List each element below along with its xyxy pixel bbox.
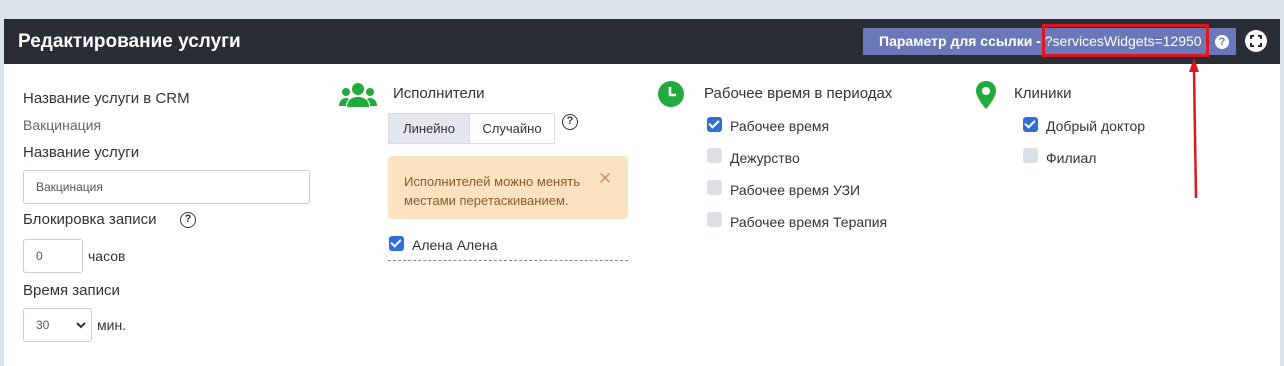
executors-title: Исполнители xyxy=(393,85,485,102)
service-name-input[interactable]: Вакцинация xyxy=(23,170,310,204)
clinic-label-0: Добрый доктор xyxy=(1046,118,1146,134)
block-label: Блокировка записи xyxy=(23,211,157,228)
duration-label: Время записи xyxy=(23,282,120,299)
mode-help-icon[interactable]: ? xyxy=(562,114,578,130)
work-time-checkbox-3[interactable] xyxy=(707,212,722,227)
work-time-label-3: Рабочее время Терапия xyxy=(730,214,888,230)
crm-name-label: Название услуги в CRM xyxy=(23,90,190,107)
duration-select[interactable]: 30 xyxy=(23,308,92,342)
page-title: Редактирование услуги xyxy=(18,31,241,52)
block-help-icon[interactable]: ? xyxy=(180,212,196,228)
work-time-checkbox-0[interactable] xyxy=(707,117,722,132)
close-icon[interactable]: ✕ xyxy=(598,169,612,189)
work-time-title: Рабочее время в периодах xyxy=(704,85,893,102)
executor-label: Алена Алена xyxy=(412,237,498,253)
clinic-checkbox-0[interactable] xyxy=(1023,117,1038,132)
clinic-checkbox-1[interactable] xyxy=(1023,148,1038,163)
alert-text: Исполнителей можно менять местами перета… xyxy=(404,174,581,208)
annotation-arrow-icon xyxy=(1189,58,1199,199)
reorder-alert: Исполнителей можно менять местами перета… xyxy=(388,156,628,219)
users-icon xyxy=(339,83,377,107)
clinics-title: Клиники xyxy=(1014,85,1072,102)
chevron-down-icon xyxy=(76,322,86,329)
fullscreen-button[interactable] xyxy=(1245,30,1267,52)
block-hours-unit: часов xyxy=(88,248,126,264)
work-time-label-1: Дежурство xyxy=(730,150,800,166)
annotation-highlight-box xyxy=(1042,24,1209,57)
crm-name-value: Вакцинация xyxy=(23,117,102,133)
work-time-label-2: Рабочее время УЗИ xyxy=(730,182,861,198)
duration-unit: мин. xyxy=(97,317,127,333)
help-icon: ? xyxy=(1215,34,1229,49)
mode-linear-button[interactable]: Линейно xyxy=(388,113,470,144)
work-time-checkbox-1[interactable] xyxy=(707,148,722,163)
mode-random-button[interactable]: Случайно xyxy=(469,113,555,144)
clock-icon xyxy=(658,81,684,107)
link-help-button[interactable]: ? xyxy=(1208,28,1236,55)
block-hours-input[interactable]: 0 xyxy=(23,239,83,273)
executor-checkbox[interactable] xyxy=(389,236,404,251)
map-pin-icon xyxy=(976,81,996,109)
duration-value: 30 xyxy=(36,318,50,332)
fullscreen-icon xyxy=(1246,31,1266,51)
work-time-checkbox-2[interactable] xyxy=(707,180,722,195)
link-parameter-label: Параметр для ссылки - xyxy=(879,33,1045,49)
service-name-label: Название услуги xyxy=(23,144,140,161)
clinic-label-1: Филиал xyxy=(1046,150,1097,166)
executor-divider xyxy=(388,260,628,261)
work-time-label-0: Рабочее время xyxy=(730,118,830,134)
